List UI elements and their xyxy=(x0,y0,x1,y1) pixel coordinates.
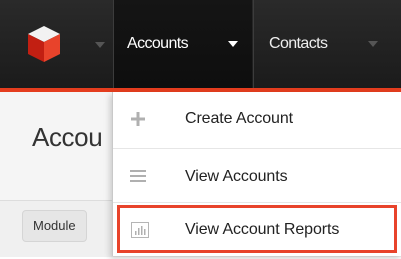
page-title: Accou xyxy=(32,122,103,152)
menu-item-view-accounts[interactable]: View Accounts xyxy=(113,149,401,205)
tab-accounts-label: Accounts xyxy=(127,35,189,52)
menu-item-create-account[interactable]: Create Account xyxy=(113,92,401,148)
top-navbar: Accounts Contacts xyxy=(0,0,401,88)
chevron-down-icon[interactable] xyxy=(368,41,378,47)
list-icon xyxy=(130,170,146,182)
tab-contacts[interactable]: Contacts xyxy=(254,0,401,88)
sugar-cube-icon xyxy=(28,26,60,62)
logo-menu-button[interactable] xyxy=(18,22,114,66)
plus-icon xyxy=(131,112,145,126)
tab-contacts-label: Contacts xyxy=(269,35,328,52)
menu-item-label: View Accounts xyxy=(185,168,288,185)
menu-item-label: Create Account xyxy=(185,110,293,127)
chevron-down-icon xyxy=(95,42,105,48)
accounts-dropdown-menu: Create Account View Accounts View Accoun… xyxy=(112,92,401,256)
chevron-down-icon[interactable] xyxy=(228,41,238,47)
highlight-annotation xyxy=(117,205,397,253)
tab-accounts[interactable]: Accounts xyxy=(114,0,252,88)
module-filter-button[interactable]: Module xyxy=(22,210,87,242)
